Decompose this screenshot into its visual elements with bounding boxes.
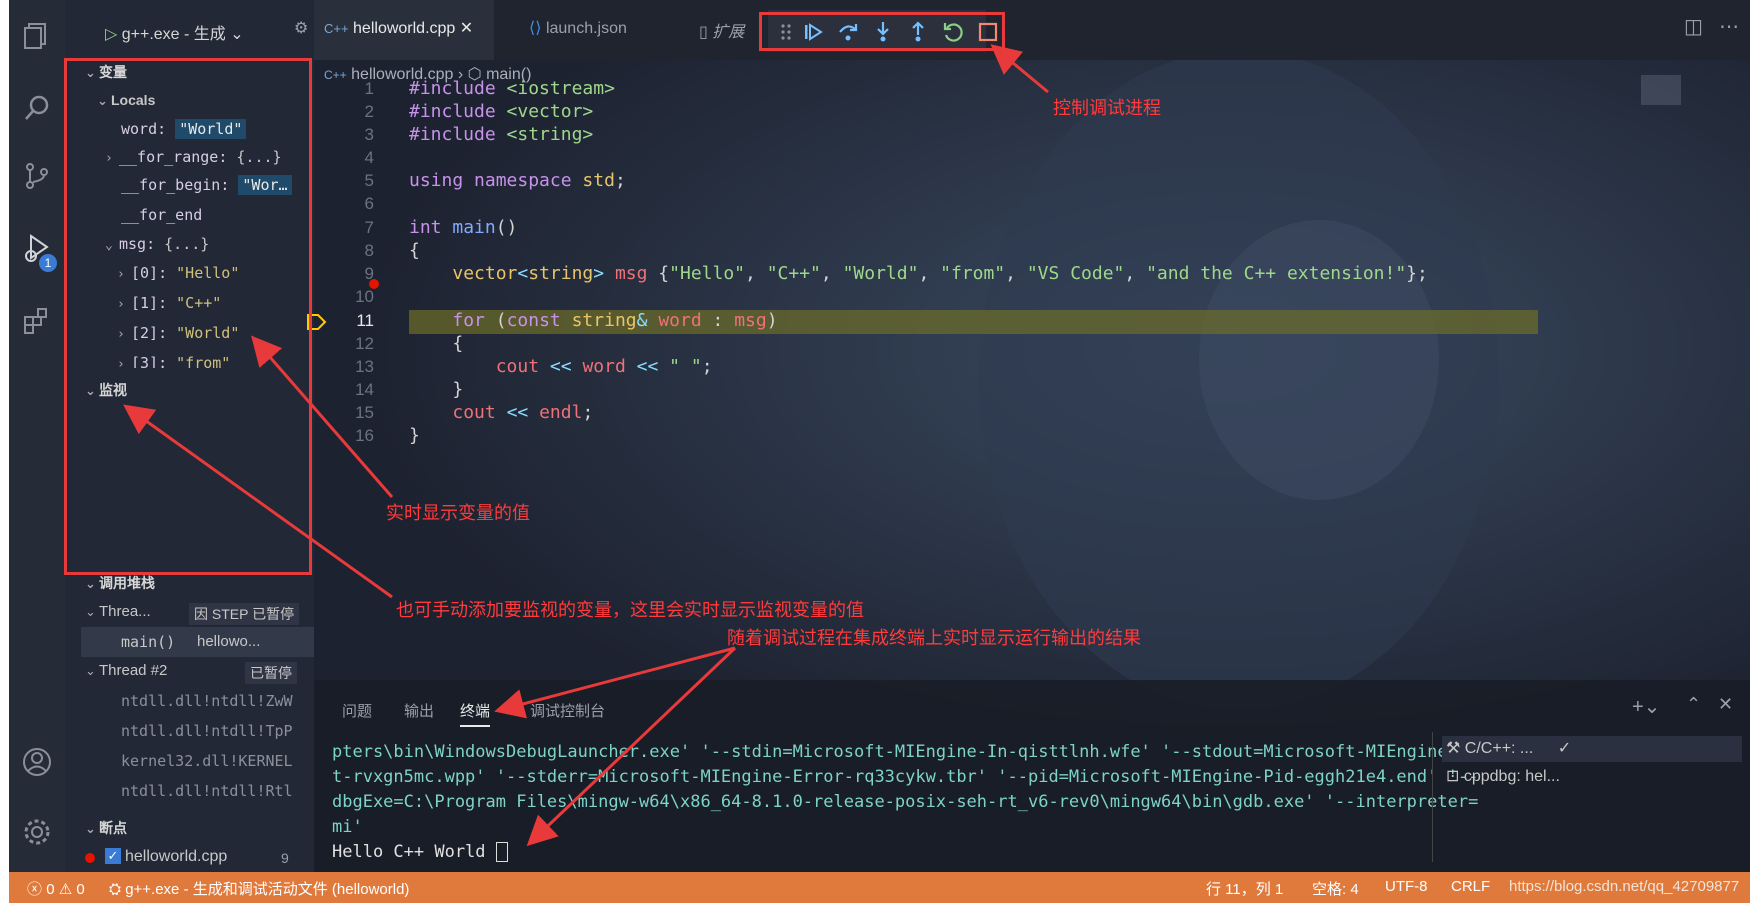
annotation-arrows bbox=[123, 44, 1049, 847]
